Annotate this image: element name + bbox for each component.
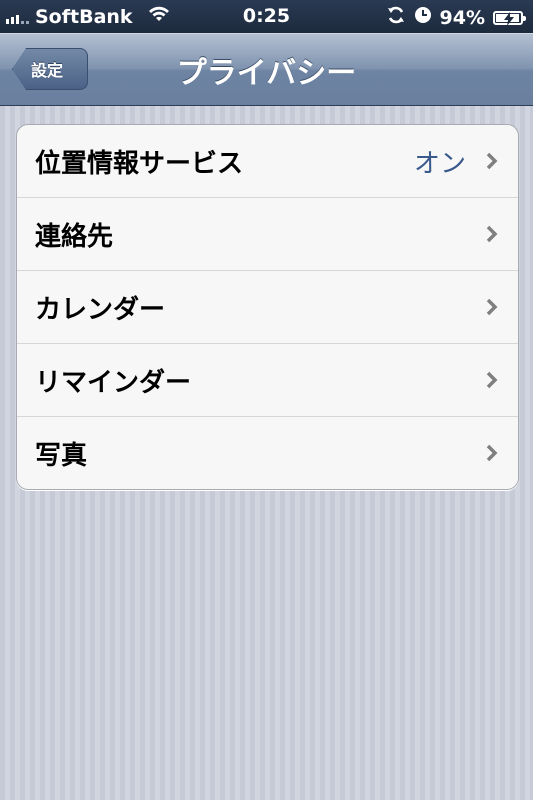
- list-item-reminders[interactable]: リマインダー: [17, 344, 518, 417]
- chevron-right-icon: [486, 225, 498, 243]
- chevron-right-icon: [486, 371, 498, 389]
- battery-icon: [493, 10, 526, 26]
- alarm-clock-icon: [414, 6, 432, 29]
- rotation-lock-icon: [386, 5, 406, 30]
- chevron-right-icon: [486, 298, 498, 316]
- status-bar: SoftBank 0:25 94%: [0, 0, 533, 33]
- list-item-photos[interactable]: 写真: [17, 417, 518, 489]
- charging-bolt-icon: [504, 11, 514, 26]
- privacy-settings-list: 位置情報サービス オン 連絡先 カレンダー リマインダー 写真: [16, 124, 519, 490]
- chevron-right-icon: [486, 152, 498, 170]
- list-item-contacts[interactable]: 連絡先: [17, 198, 518, 271]
- row-label: 連絡先: [35, 221, 114, 252]
- row-value: オン: [413, 148, 466, 179]
- list-item-location-services[interactable]: 位置情報サービス オン: [17, 125, 518, 198]
- row-label: リマインダー: [35, 367, 192, 398]
- row-label: カレンダー: [35, 294, 166, 325]
- navigation-bar: 設定 プライバシー: [0, 33, 533, 106]
- row-label: 位置情報サービス: [35, 148, 244, 179]
- chevron-right-icon: [486, 444, 498, 462]
- row-label: 写真: [35, 440, 88, 471]
- page-title: プライバシー: [176, 56, 357, 91]
- battery-percent: 94%: [439, 6, 485, 29]
- list-item-calendars[interactable]: カレンダー: [17, 271, 518, 344]
- status-right: 94%: [386, 5, 526, 30]
